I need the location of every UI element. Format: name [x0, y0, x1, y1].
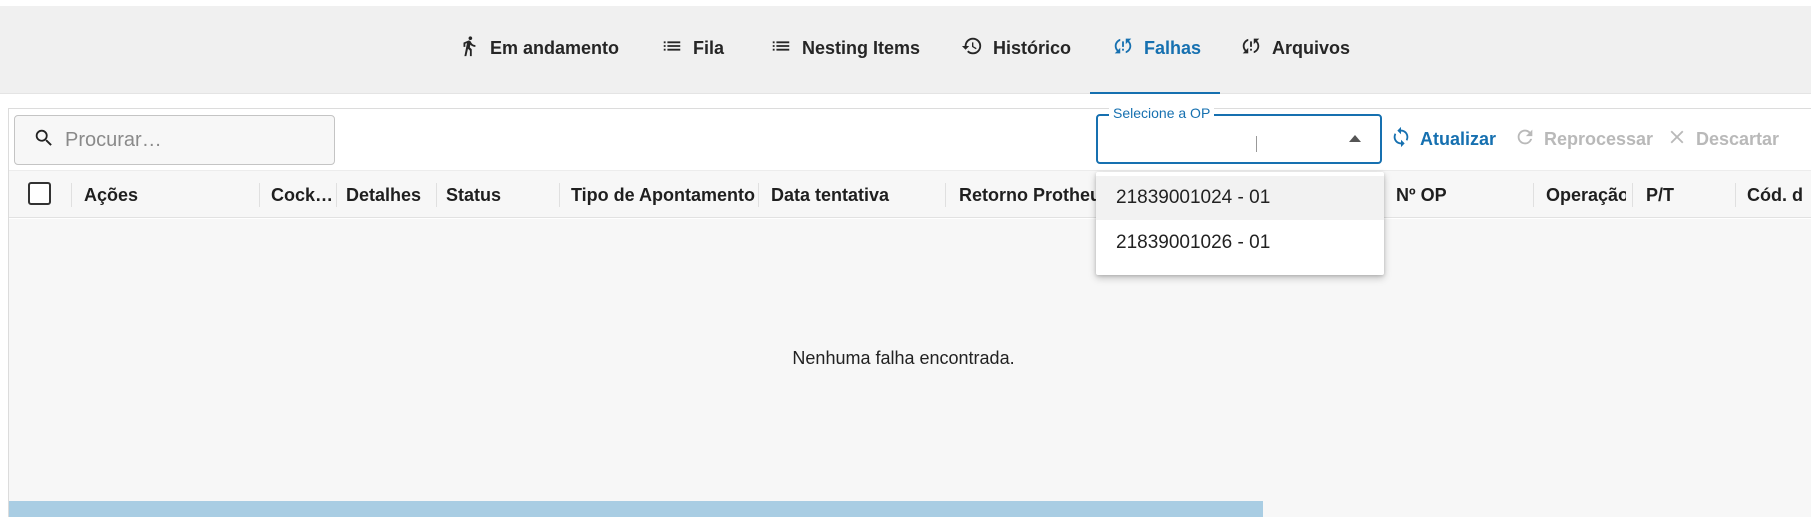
search-input[interactable] — [65, 128, 325, 152]
column-separator — [71, 183, 72, 207]
tab-nesting-items[interactable]: Nesting Items — [770, 28, 920, 68]
column-acoes[interactable]: Ações — [84, 171, 234, 219]
column-status[interactable]: Status — [446, 171, 566, 219]
tab-fila[interactable]: Fila — [661, 28, 724, 68]
column-separator — [259, 183, 260, 207]
op-select-label: Selecione a OP — [1109, 104, 1215, 122]
column-pt[interactable]: P/T — [1646, 171, 1706, 219]
active-tab-indicator — [1090, 92, 1220, 94]
column-separator — [1632, 183, 1633, 207]
discard-button[interactable]: Descartar — [1666, 124, 1779, 154]
column-retorno-protheus[interactable]: Retorno Protheus — [959, 171, 1099, 219]
search-icon — [33, 127, 55, 154]
op-dropdown-menu: 21839001024 - 01 21839001026 - 01 — [1096, 172, 1384, 275]
refresh-icon — [1390, 126, 1412, 153]
list-icon — [661, 35, 683, 62]
column-data-tentativa[interactable]: Data tentativa — [771, 171, 951, 219]
column-separator — [336, 183, 337, 207]
column-separator — [436, 183, 437, 207]
sync-problem-icon — [1240, 35, 1262, 62]
tab-label: Nesting Items — [802, 37, 921, 58]
reprocess-label: Reprocessar — [1544, 128, 1654, 149]
tab-arquivos[interactable]: Arquivos — [1240, 28, 1350, 68]
column-tipo-de-apontamento[interactable]: Tipo de Apontamento — [571, 171, 761, 219]
select-all-checkbox[interactable] — [28, 182, 51, 205]
tab-label: Em andamento — [490, 37, 620, 58]
tab-label: Fila — [693, 37, 725, 58]
tab-falhas[interactable]: Falhas — [1112, 28, 1201, 68]
close-icon — [1666, 126, 1688, 153]
reprocess-button[interactable]: Reprocessar — [1514, 124, 1653, 154]
redo-icon — [1514, 126, 1536, 153]
column-codigo[interactable]: Cód. d — [1747, 171, 1811, 219]
tab-label: Histórico — [993, 37, 1072, 58]
column-separator — [945, 183, 946, 207]
op-option[interactable]: 21839001024 - 01 — [1096, 176, 1384, 220]
discard-label: Descartar — [1696, 128, 1780, 149]
search-box[interactable] — [14, 115, 335, 165]
op-option[interactable]: 21839001026 - 01 — [1096, 221, 1384, 265]
history-icon — [961, 35, 983, 62]
column-separator — [1735, 183, 1736, 207]
column-operacao[interactable]: Operação — [1546, 171, 1626, 219]
scrollbar-thumb[interactable] — [9, 501, 1263, 517]
list-icon — [770, 35, 792, 62]
running-person-icon — [458, 35, 480, 62]
column-cockpit[interactable]: Cock… — [271, 171, 334, 219]
tab-em-andamento[interactable]: Em andamento — [458, 28, 619, 68]
refresh-label: Atualizar — [1420, 128, 1497, 149]
empty-state-message: Nenhuma falha encontrada. — [792, 348, 1015, 368]
table-header: Ações Cock… Detalhes Status Tipo de Apon… — [9, 170, 1811, 218]
tab-label: Arquivos — [1272, 37, 1351, 58]
tab-historico[interactable]: Histórico — [961, 28, 1071, 68]
sync-problem-icon — [1112, 35, 1134, 62]
column-numero-op[interactable]: Nº OP — [1396, 171, 1506, 219]
refresh-button[interactable]: Atualizar — [1390, 124, 1496, 154]
chevron-up-icon[interactable] — [1349, 135, 1361, 142]
column-detalhes[interactable]: Detalhes — [346, 171, 436, 219]
text-cursor — [1256, 136, 1257, 152]
column-separator — [559, 183, 560, 207]
tab-label: Falhas — [1144, 37, 1202, 58]
column-separator — [1533, 183, 1534, 207]
column-separator — [758, 183, 759, 207]
